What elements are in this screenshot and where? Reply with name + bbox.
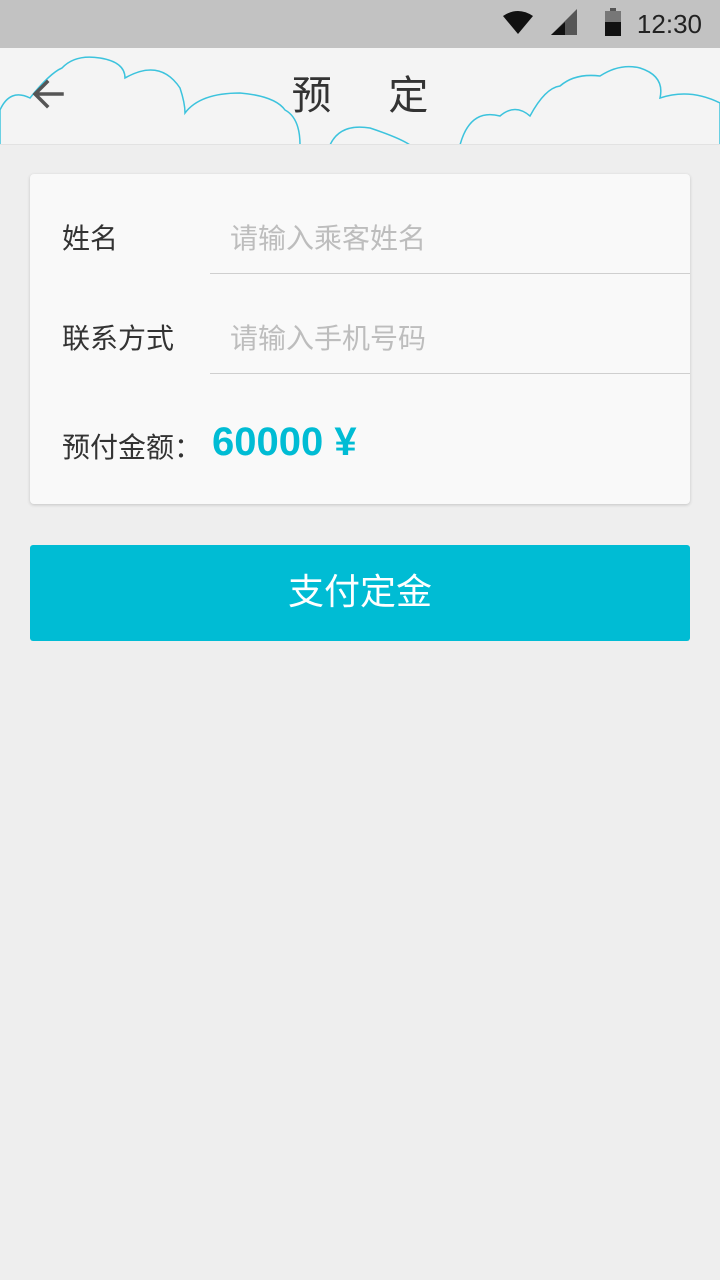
signal-icon <box>550 9 577 39</box>
status-bar: 12:30 <box>0 0 720 48</box>
phone-row: 联系方式 <box>30 274 690 374</box>
booking-form-card: 姓名 联系方式 预付金额： 60000 ¥ <box>30 174 690 504</box>
name-label: 姓名 <box>62 222 119 255</box>
pay-deposit-button[interactable]: 支付定金 <box>30 545 690 641</box>
amount-label: 预付金额： <box>62 431 203 464</box>
amount-value: 60000 ¥ <box>212 420 357 464</box>
status-time: 12:30 <box>636 8 702 39</box>
wifi-icon <box>502 10 533 38</box>
name-row: 姓名 <box>30 174 690 274</box>
amount-row: 预付金额： 60000 ¥ <box>30 374 690 504</box>
status-icons: 12:30 <box>502 0 702 48</box>
page-title: 预 定 <box>291 73 451 119</box>
header: 预 定 <box>0 48 720 145</box>
phone-input[interactable] <box>210 304 690 374</box>
phone-label: 联系方式 <box>62 322 175 355</box>
name-input[interactable] <box>210 204 690 274</box>
battery-icon <box>604 8 621 40</box>
